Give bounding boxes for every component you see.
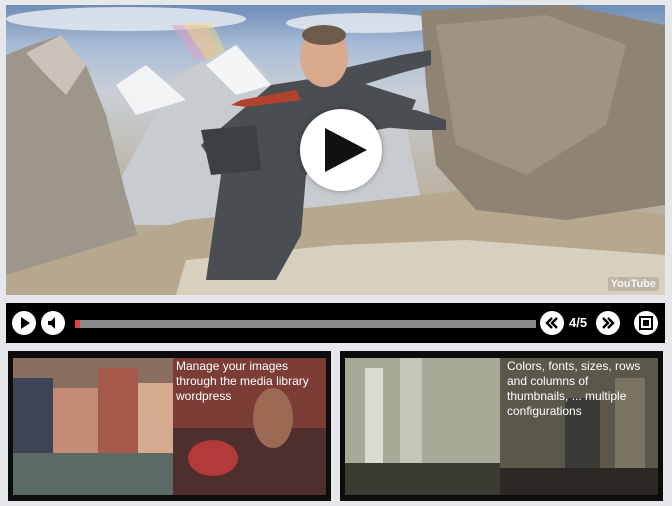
play-icon bbox=[21, 317, 30, 329]
next-button[interactable] bbox=[596, 311, 620, 335]
video-player[interactable]: YouTube bbox=[6, 5, 665, 295]
slide-counter: 4/5 bbox=[569, 315, 588, 330]
volume-button[interactable] bbox=[41, 311, 65, 335]
rewind-icon bbox=[545, 317, 558, 329]
speaker-icon bbox=[48, 317, 55, 329]
thumbnail-2-caption: Colors, fonts, sizes, rows and columns o… bbox=[507, 359, 641, 418]
thumbnail-1[interactable]: Manage your images through the media lib… bbox=[8, 351, 331, 501]
play-overlay-button[interactable] bbox=[300, 109, 382, 191]
play-icon bbox=[325, 128, 367, 172]
thumbnail-1-caption: Manage your images through the media lib… bbox=[176, 359, 309, 403]
fullscreen-icon bbox=[639, 316, 653, 330]
fast-forward-icon bbox=[602, 317, 615, 329]
play-button[interactable] bbox=[12, 311, 36, 335]
control-bar: 4/5 bbox=[6, 303, 665, 343]
thumbnail-2[interactable]: Colors, fonts, sizes, rows and columns o… bbox=[340, 351, 663, 501]
previous-button[interactable] bbox=[540, 311, 564, 335]
progress-bar[interactable] bbox=[75, 320, 536, 328]
youtube-watermark: YouTube bbox=[607, 277, 659, 291]
fullscreen-button[interactable] bbox=[634, 311, 658, 335]
progress-fill bbox=[75, 320, 80, 328]
